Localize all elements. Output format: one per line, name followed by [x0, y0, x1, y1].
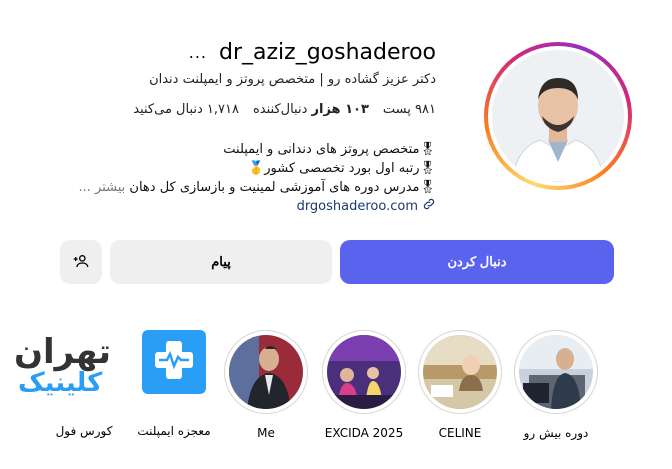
bio-line-2: 🎖رتبه اول بورد تخصصی کشور🥇 — [248, 161, 436, 176]
highlight-cover — [229, 335, 303, 409]
highlight-cover — [519, 335, 593, 409]
follow-button[interactable]: دنبال کردن — [340, 240, 614, 284]
clinic-logo-text-primary: تهران — [14, 332, 112, 372]
followers-label: دنبال‌کننده — [252, 102, 308, 117]
highlight-cover — [327, 335, 401, 409]
profile-link[interactable]: drgoshaderoo.com — [297, 197, 436, 215]
highlight-label: معجزه ایمپلنت — [137, 424, 211, 438]
clinic-logo-text-secondary: کلینیک — [18, 368, 103, 398]
profile-stats: ۹۸۱ پست ۱۰۳ هزار دنبال‌کننده ۱,۷۱۸ دنبال… — [133, 102, 436, 117]
profile-avatar-frame — [488, 46, 628, 186]
highlight-cover-ring — [224, 330, 308, 414]
posts-count[interactable]: ۹۸۱ پست — [383, 102, 436, 117]
message-button[interactable]: پیام — [110, 240, 332, 284]
clinic-logo-badge[interactable] — [142, 330, 206, 394]
highlight-label: کورس فول — [55, 424, 113, 438]
highlight-label: EXCIDA 2025 — [324, 426, 404, 440]
highlight-item[interactable]: CELINE — [416, 330, 504, 440]
highlight-item[interactable]: EXCIDA 2025 — [320, 330, 408, 440]
bio-more-link[interactable]: بیشتر ... — [79, 180, 126, 195]
highlight-label: دوره بیش رو — [523, 426, 589, 440]
add-person-icon — [73, 253, 89, 272]
following-count[interactable]: ۱,۷۱۸ دنبال می‌کنید — [133, 102, 239, 117]
profile-link-text[interactable]: drgoshaderoo.com — [297, 199, 418, 214]
followers-count[interactable]: ۱۰۳ هزار دنبال‌کننده — [253, 102, 369, 117]
highlight-cover-ring — [514, 330, 598, 414]
bio-line-3-text: 🎖مدرس دوره های آموزشی لمینیت و بازسازی ک… — [129, 180, 436, 195]
highlight-label-item[interactable]: معجزه ایمپلنت — [130, 424, 218, 438]
bio-line-3: 🎖مدرس دوره های آموزشی لمینیت و بازسازی ک… — [56, 178, 437, 197]
username-row: ... dr_aziz_goshaderoo — [189, 40, 436, 65]
profile-avatar-illustration — [492, 50, 624, 182]
highlight-cover-ring — [322, 330, 406, 414]
highlight-label-item[interactable]: کورس فول — [40, 424, 128, 438]
bio-line-1: 🎖متخصص پروتز های دندانی و ایمپلنت — [223, 142, 436, 157]
profile-avatar-ring[interactable] — [484, 42, 632, 190]
profile-bio: 🎖متخصص پروتز های دندانی و ایمپلنت 🎖رتبه … — [56, 140, 437, 197]
highlight-item[interactable]: Me — [222, 330, 310, 440]
profile-username: dr_aziz_goshaderoo — [219, 40, 436, 65]
highlight-label: Me — [257, 426, 275, 440]
highlight-cover-ring — [418, 330, 502, 414]
highlight-cover — [423, 335, 497, 409]
more-options-icon[interactable]: ... — [189, 43, 207, 62]
medical-cross-icon — [151, 337, 197, 387]
highlight-label: CELINE — [438, 426, 482, 440]
link-icon — [422, 197, 436, 215]
followers-number: ۱۰۳ هزار — [311, 102, 369, 117]
highlight-item[interactable]: دوره بیش رو — [512, 330, 600, 440]
suggested-users-button[interactable] — [60, 240, 102, 284]
profile-avatar — [492, 50, 624, 182]
profile-title: دکتر عزیز گشاده رو | متخصص پروتز و ایمپل… — [149, 72, 436, 87]
